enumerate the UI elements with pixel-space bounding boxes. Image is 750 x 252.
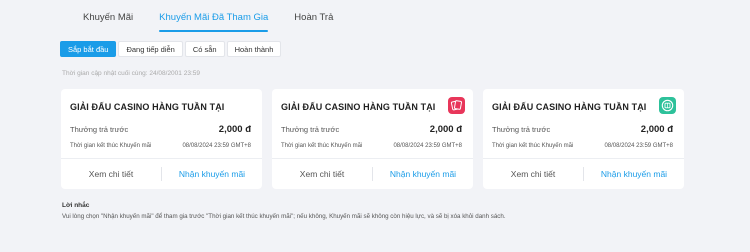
- promo-card-list: GIẢI ĐẤU CASINO HÀNG TUẦN TẠI Thưởng trả…: [61, 89, 684, 189]
- end-time-row: Thời gian kết thúc Khuyến mãi 08/08/2024…: [70, 143, 251, 149]
- claim-promotion-button[interactable]: Nhận khuyến mãi: [162, 159, 262, 189]
- cards-icon: [448, 97, 465, 114]
- claim-promotion-button[interactable]: Nhận khuyến mãi: [584, 159, 684, 189]
- end-time-row: Thời gian kết thúc Khuyến mãi 08/08/2024…: [492, 143, 673, 149]
- tab-promotions[interactable]: Khuyến Mãi: [70, 0, 146, 34]
- reward-value: 2,000 đ: [218, 124, 251, 135]
- filter-upcoming[interactable]: Sắp bắt đầu: [60, 41, 117, 57]
- reward-label: Thưởng trả trước: [70, 125, 129, 134]
- card-actions: Xem chi tiết Nhận khuyến mãi: [272, 159, 473, 189]
- promo-tabs: Khuyến Mãi Khuyến Mãi Đã Tham Gia Hoàn T…: [70, 0, 346, 34]
- slot-icon: [659, 97, 676, 114]
- claim-promotion-button[interactable]: Nhận khuyến mãi: [373, 159, 473, 189]
- card-actions: Xem chi tiết Nhận khuyến mãi: [61, 159, 262, 189]
- promo-card-title: GIẢI ĐẤU CASINO HÀNG TUẦN TẠI: [492, 102, 647, 112]
- reward-row: Thưởng trả trước 2,000 đ: [281, 124, 462, 135]
- end-time-label: Thời gian kết thúc Khuyến mãi: [492, 143, 574, 149]
- reward-label: Thưởng trả trước: [492, 125, 551, 134]
- view-details-button[interactable]: Xem chi tiết: [272, 159, 372, 189]
- end-time-value: 08/08/2024 23:59 GMT+8: [182, 143, 251, 149]
- promo-card: GIẢI ĐẤU CASINO HÀNG TUẦN TẠI Thưởng trả…: [483, 89, 684, 189]
- filter-available[interactable]: Có sẵn: [184, 41, 225, 57]
- reward-row: Thưởng trả trước 2,000 đ: [70, 124, 251, 135]
- promo-card-title: GIẢI ĐẤU CASINO HÀNG TUẦN TẠI: [70, 102, 225, 112]
- view-details-button[interactable]: Xem chi tiết: [483, 159, 583, 189]
- card-actions: Xem chi tiết Nhận khuyến mãi: [483, 159, 684, 189]
- status-filter-group: Sắp bắt đầu Đang tiếp diễn Có sẵn Hoàn t…: [60, 41, 282, 57]
- reminder-text: Vui lòng chọn "Nhận khuyến mãi" để tham …: [62, 213, 506, 220]
- reward-value: 2,000 đ: [640, 124, 673, 135]
- reminder-title: Lời nhắc: [62, 202, 90, 209]
- end-time-label: Thời gian kết thúc Khuyến mãi: [281, 143, 363, 149]
- tab-joined-promotions[interactable]: Khuyến Mãi Đã Tham Gia: [146, 0, 281, 34]
- tab-rebate[interactable]: Hoàn Trả: [281, 0, 346, 34]
- end-time-label: Thời gian kết thúc Khuyến mãi: [70, 143, 152, 149]
- reward-row: Thưởng trả trước 2,000 đ: [492, 124, 673, 135]
- filter-completed[interactable]: Hoàn thành: [226, 41, 282, 57]
- end-time-row: Thời gian kết thúc Khuyến mãi 08/08/2024…: [281, 143, 462, 149]
- end-time-value: 08/08/2024 23:59 GMT+8: [604, 143, 673, 149]
- reward-label: Thưởng trả trước: [281, 125, 340, 134]
- last-updated-text: Thời gian cập nhật cuối cùng: 24/08/2001…: [62, 70, 200, 77]
- end-time-value: 08/08/2024 23:59 GMT+8: [393, 143, 462, 149]
- promo-card: GIẢI ĐẤU CASINO HÀNG TUẦN TẠI Thưởng trả…: [272, 89, 473, 189]
- promo-card-title: GIẢI ĐẤU CASINO HÀNG TUẦN TẠI: [281, 102, 436, 112]
- filter-ongoing[interactable]: Đang tiếp diễn: [118, 41, 183, 57]
- view-details-button[interactable]: Xem chi tiết: [61, 159, 161, 189]
- reward-value: 2,000 đ: [429, 124, 462, 135]
- promo-card: GIẢI ĐẤU CASINO HÀNG TUẦN TẠI Thưởng trả…: [61, 89, 262, 189]
